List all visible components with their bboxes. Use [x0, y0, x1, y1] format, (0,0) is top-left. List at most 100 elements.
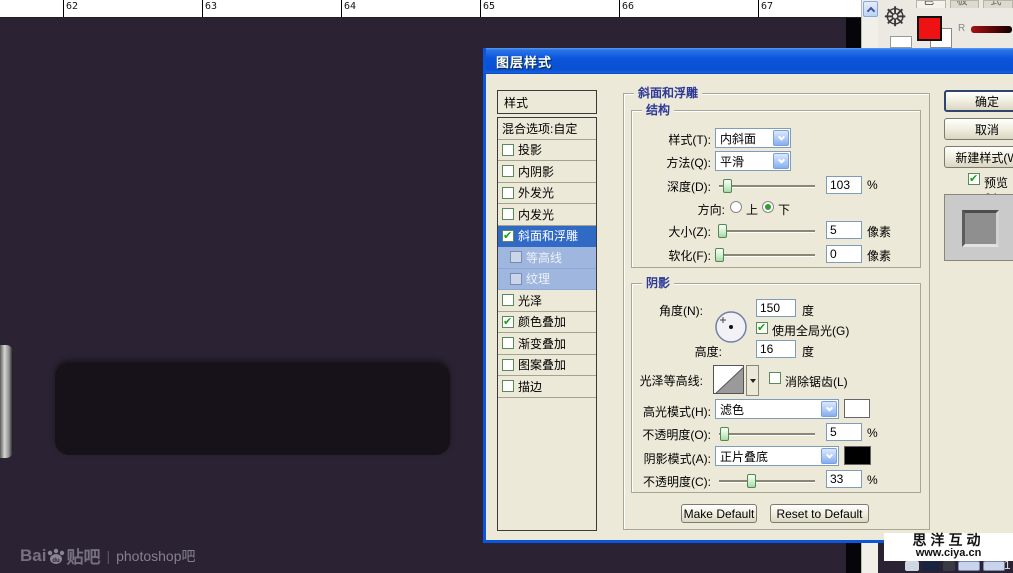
checkbox-unchecked[interactable]: [502, 187, 514, 199]
highlight-color-swatch[interactable]: [844, 399, 870, 418]
checkbox-unchecked[interactable]: [502, 337, 514, 349]
checkbox-unchecked[interactable]: [502, 380, 514, 392]
styles-header-box: 样式: [497, 90, 597, 114]
list-item-color-overlay[interactable]: 颜色叠加: [498, 312, 596, 334]
checkbox-checked[interactable]: [502, 316, 514, 328]
checkbox-checked[interactable]: [502, 230, 514, 242]
preview-checkbox[interactable]: [968, 173, 980, 185]
foreground-color-swatch[interactable]: [917, 16, 942, 41]
horizontal-ruler: 62 63 64 65 66 67: [0, 0, 861, 18]
shadow-mode-value: 正片叠底: [720, 448, 768, 465]
checkbox-unchecked[interactable]: [502, 359, 514, 371]
size-slider[interactable]: [719, 230, 815, 233]
reset-to-default-button[interactable]: Reset to Default: [770, 504, 869, 523]
styles-list: 混合选项:自定 投影 内阴影 外发光 内发光: [497, 117, 597, 531]
tab-swatches[interactable]: 色板: [950, 0, 980, 8]
shadow-mode-label: 阴影模式(A):: [623, 450, 711, 467]
checkbox-unchecked[interactable]: [510, 273, 522, 285]
technique-dropdown[interactable]: 平滑: [715, 151, 791, 171]
contour-dropdown-button[interactable]: [746, 365, 759, 396]
gloss-contour-thumbnail[interactable]: [713, 365, 744, 394]
size-input[interactable]: 5: [826, 221, 862, 239]
dropdown-arrow-icon[interactable]: [821, 448, 837, 464]
new-style-button[interactable]: 新建样式(W: [944, 146, 1013, 168]
direction-up-radio[interactable]: [730, 201, 742, 213]
bevel-style-value: 内斜面: [720, 130, 756, 147]
checkbox-unchecked[interactable]: [502, 165, 514, 177]
highlight-opacity-input[interactable]: 5: [826, 423, 862, 441]
ruler-tick: [202, 0, 203, 17]
list-item-label: 内阴影: [518, 163, 554, 180]
list-item-outer-glow[interactable]: 外发光: [498, 183, 596, 205]
ruler-number: 66: [622, 1, 634, 12]
list-item-gradient-overlay[interactable]: 渐变叠加: [498, 333, 596, 355]
dropdown-arrow-icon[interactable]: [773, 130, 789, 146]
list-item-drop-shadow[interactable]: 投影: [498, 140, 596, 162]
list-item-label: 描边: [518, 378, 542, 395]
list-item-label: 投影: [518, 141, 542, 158]
altitude-unit: 度: [802, 343, 814, 360]
list-item-inner-glow[interactable]: 内发光: [498, 204, 596, 226]
list-item-bevel-emboss-selected[interactable]: 斜面和浮雕: [498, 226, 596, 248]
altitude-input[interactable]: 16: [756, 340, 796, 358]
checkbox-unchecked[interactable]: [502, 208, 514, 220]
depth-slider-thumb[interactable]: [723, 179, 732, 193]
checkbox-unchecked[interactable]: [502, 294, 514, 306]
depth-input[interactable]: 103: [826, 176, 862, 194]
depth-slider[interactable]: [719, 185, 815, 188]
direction-up-label: 上: [746, 201, 758, 218]
highlight-mode-dropdown[interactable]: 滤色: [715, 399, 839, 419]
size-label: 大小(Z):: [623, 223, 711, 240]
make-default-button[interactable]: Make Default: [681, 504, 757, 523]
soften-slider-thumb[interactable]: [715, 248, 724, 262]
ruler-tick: [341, 0, 342, 17]
highlight-opacity-slider[interactable]: [719, 433, 815, 436]
panel-icon: [922, 561, 940, 571]
dialog-titlebar[interactable]: 图层样式: [486, 48, 1013, 74]
use-global-light-checkbox[interactable]: [756, 322, 768, 334]
checkbox-unchecked[interactable]: [510, 251, 522, 263]
direction-down-radio[interactable]: [762, 201, 774, 213]
shadow-opacity-unit: %: [867, 473, 878, 487]
angle-input[interactable]: 150: [756, 299, 796, 317]
list-item-pattern-overlay[interactable]: 图案叠加: [498, 355, 596, 377]
ruler-tick: [63, 0, 64, 17]
style-preview-box: [944, 194, 1013, 261]
list-item-stroke[interactable]: 描边: [498, 376, 596, 398]
red-channel-slider[interactable]: [971, 26, 1012, 33]
soften-slider[interactable]: [719, 254, 815, 257]
partial-panel-icons: [905, 561, 1005, 571]
shadow-opacity-slider[interactable]: [719, 480, 815, 483]
shadow-color-swatch[interactable]: [844, 446, 871, 465]
soften-input[interactable]: 0: [826, 245, 862, 263]
depth-label: 深度(D):: [623, 178, 711, 195]
scroll-up-button[interactable]: [863, 1, 878, 17]
list-item-inner-shadow[interactable]: 内阴影: [498, 161, 596, 183]
tab-color[interactable]: 颜色: [916, 0, 946, 8]
anti-aliased-checkbox[interactable]: [769, 372, 781, 384]
tab-styles[interactable]: 样式: [983, 0, 1013, 8]
list-item-texture[interactable]: 纹理: [498, 269, 596, 291]
shadow-mode-dropdown[interactable]: 正片叠底: [715, 446, 839, 466]
baidu-logo: Bai du 贴吧: [20, 543, 100, 568]
list-item-blending-options[interactable]: 混合选项:自定: [498, 118, 596, 140]
dropdown-arrow-icon[interactable]: [821, 401, 837, 417]
angle-dial[interactable]: [714, 310, 748, 344]
size-slider-thumb[interactable]: [718, 224, 727, 238]
panel-icon: [905, 561, 919, 571]
checkbox-unchecked[interactable]: [502, 144, 514, 156]
gloss-contour-label: 光泽等高线:: [623, 372, 703, 389]
panel-icon: [943, 561, 955, 571]
shadow-opacity-thumb[interactable]: [747, 474, 756, 488]
ok-button[interactable]: 确定: [944, 90, 1013, 112]
list-item-contour[interactable]: 等高线: [498, 247, 596, 269]
bevel-style-dropdown[interactable]: 内斜面: [715, 128, 791, 148]
list-item-satin[interactable]: 光泽: [498, 290, 596, 312]
cancel-button[interactable]: 取消: [944, 118, 1013, 140]
anti-aliased-label: 消除锯齿(L): [785, 373, 848, 390]
ruler-number: 63: [205, 1, 217, 12]
shadow-opacity-input[interactable]: 33: [826, 470, 862, 488]
styles-header-label: 样式: [504, 94, 528, 111]
dropdown-arrow-icon[interactable]: [773, 153, 789, 169]
highlight-opacity-thumb[interactable]: [720, 427, 729, 441]
